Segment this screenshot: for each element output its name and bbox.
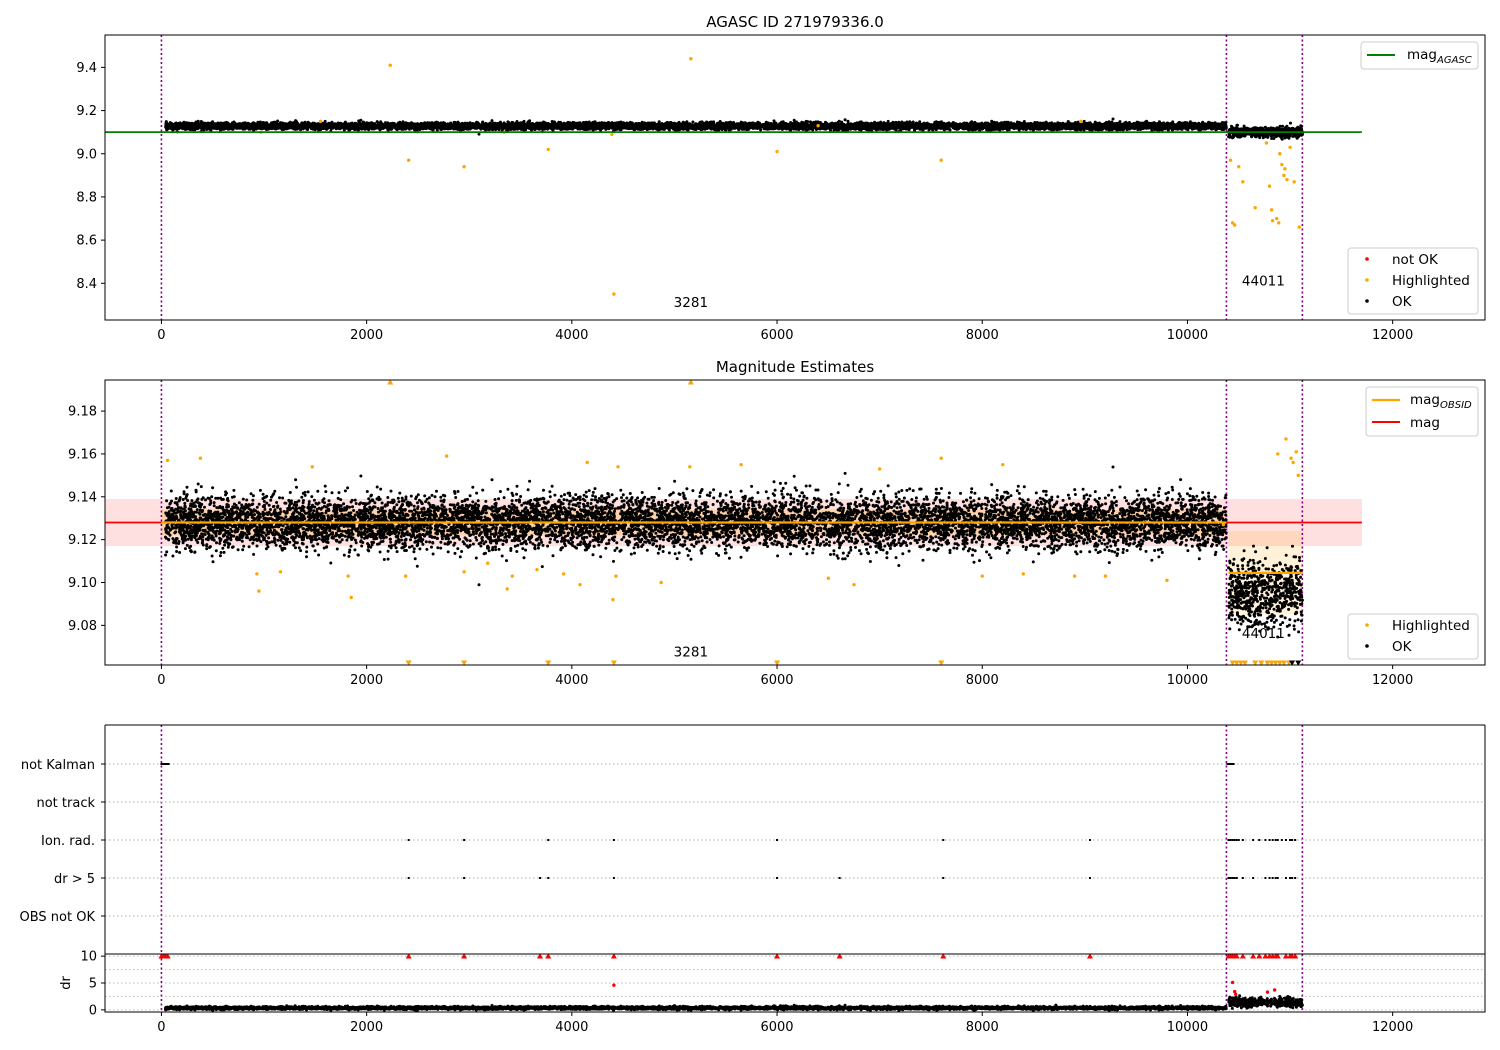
data-point [808, 120, 812, 124]
mag-agasc-panel: 0 2000 4000 6000 8000 10000 120008.48.68.89.09… [76, 13, 1486, 343]
figure: 0 2000 4000 6000 8000 10000 120008.48.68.89.09… [20, 13, 1486, 1035]
data-point [490, 119, 494, 123]
data-point [843, 118, 847, 122]
series-ok [164, 117, 1304, 141]
plot-area [105, 35, 1362, 320]
data-point [1118, 120, 1122, 124]
data-point [1015, 120, 1019, 124]
